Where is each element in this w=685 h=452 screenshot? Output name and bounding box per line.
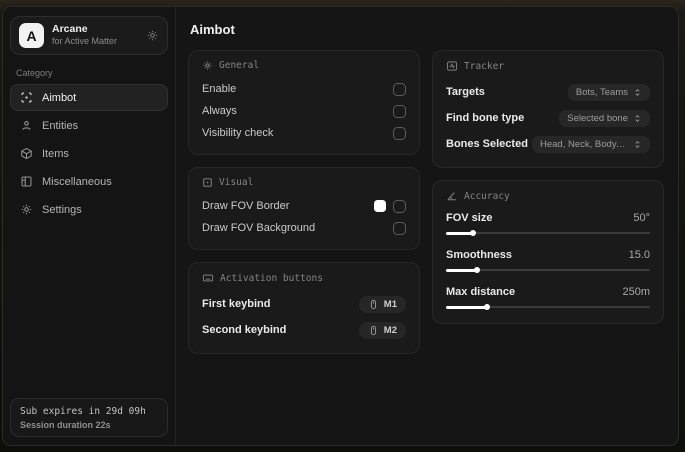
enable-checkbox[interactable] <box>393 82 406 96</box>
panel-title: Accuracy <box>464 190 510 202</box>
panel-title: Visual <box>219 177 254 188</box>
chevron-up-down-icon <box>633 114 642 123</box>
angle-icon <box>446 190 458 202</box>
panel-title: Tracker <box>464 60 505 72</box>
crosshair-scan-icon <box>20 91 33 104</box>
dropdown-value: Bots, Teams <box>575 86 628 98</box>
sub-expires-text: Sub expires in 29d 09h <box>20 406 146 417</box>
accuracy-panel: Accuracy FOV size 50° Smoothness 15.0 Ma… <box>432 180 664 324</box>
setting-row-targets: Targets Bots, Teams <box>446 79 650 105</box>
chevron-up-down-icon <box>633 140 642 149</box>
subscription-card: Sub expires in 29d 09h Session duration … <box>10 398 168 437</box>
sidebar-item-settings[interactable]: Settings <box>10 196 168 223</box>
visual-panel: Visual Draw FOV Border Draw FOV Backgrou… <box>188 167 420 250</box>
fov-border-color-swatch[interactable] <box>374 200 386 212</box>
setting-row-second-keybind: Second keybind M2 <box>202 317 406 343</box>
mouse-icon <box>368 325 379 336</box>
draw-fov-background-checkbox[interactable] <box>393 221 406 235</box>
bones-selected-dropdown[interactable]: Head, Neck, Body, Pe.. <box>532 135 650 153</box>
keyboard-icon <box>202 272 214 284</box>
category-label: Category <box>16 68 53 78</box>
dropdown-value: Selected bone <box>567 112 628 124</box>
image-icon <box>202 177 213 188</box>
draw-fov-border-checkbox[interactable] <box>393 199 406 213</box>
grid-icon <box>20 175 33 188</box>
setting-row-first-keybind: First keybind M1 <box>202 291 406 317</box>
targets-dropdown[interactable]: Bots, Teams <box>567 83 650 101</box>
keybind-value: M2 <box>383 324 397 336</box>
activity-icon <box>446 60 458 72</box>
max-distance-value: 250m <box>622 286 650 298</box>
slider-thumb[interactable] <box>473 267 480 273</box>
sidebar-item-label: Items <box>42 147 69 160</box>
smoothness-value: 15.0 <box>628 249 650 261</box>
sidebar-item-label: Aimbot <box>42 91 77 104</box>
find-bone-type-dropdown[interactable]: Selected bone <box>559 109 650 127</box>
gear-icon <box>20 203 33 216</box>
setting-row-fov-size: FOV size 50° <box>446 209 650 237</box>
setting-row-find-bone-type: Find bone type Selected bone <box>446 105 650 131</box>
setting-row-smoothness: Smoothness 15.0 <box>446 246 650 274</box>
sidebar-item-label: Miscellaneous <box>42 175 112 188</box>
chevron-up-down-icon <box>633 88 642 97</box>
main-content: Aimbot General Enable Always Visibility … <box>176 7 678 445</box>
smoothness-slider[interactable] <box>446 266 650 274</box>
page-title: Aimbot <box>190 22 235 37</box>
first-keybind-button[interactable]: M1 <box>358 295 406 313</box>
category-nav: Aimbot Entities Items Miscellaneous Sett… <box>10 84 168 223</box>
panel-title: General <box>219 60 260 71</box>
activation-buttons-panel: Activation buttons First keybind M1 Seco… <box>188 262 420 354</box>
slider-thumb[interactable] <box>483 304 490 310</box>
sidebar-item-entities[interactable]: Entities <box>10 112 168 139</box>
setting-row-draw-fov-border: Draw FOV Border <box>202 195 406 217</box>
visibility-check-checkbox[interactable] <box>393 126 406 140</box>
max-distance-slider[interactable] <box>446 303 650 311</box>
setting-row-always: Always <box>202 100 406 122</box>
fov-size-value: 50° <box>633 212 650 224</box>
brand-card: A Arcane for Active Matter <box>10 16 168 55</box>
sidebar-item-label: Settings <box>42 203 82 216</box>
setting-row-enable: Enable <box>202 78 406 100</box>
setting-row-draw-fov-background: Draw FOV Background <box>202 217 406 239</box>
cube-icon <box>20 147 33 160</box>
always-checkbox[interactable] <box>393 104 406 118</box>
slider-thumb[interactable] <box>469 230 476 236</box>
mouse-icon <box>368 299 379 310</box>
gear-icon <box>202 60 213 71</box>
cheat-menu-window: A Arcane for Active Matter Category Aimb… <box>2 6 679 446</box>
sidebar-item-label: Entities <box>42 119 79 132</box>
brand-name: Arcane <box>52 23 88 36</box>
sidebar: A Arcane for Active Matter Category Aimb… <box>3 7 176 445</box>
second-keybind-button[interactable]: M2 <box>358 321 406 339</box>
panel-title: Activation buttons <box>220 272 323 284</box>
person-target-icon <box>20 119 33 132</box>
fov-size-slider[interactable] <box>446 229 650 237</box>
setting-row-visibility-check: Visibility check <box>202 122 406 144</box>
setting-row-max-distance: Max distance 250m <box>446 283 650 311</box>
general-panel: General Enable Always Visibility check <box>188 50 420 155</box>
tracker-panel: Tracker Targets Bots, Teams Find bone ty… <box>432 50 664 168</box>
keybind-value: M1 <box>383 298 397 310</box>
sidebar-item-miscellaneous[interactable]: Miscellaneous <box>10 168 168 195</box>
sidebar-item-items[interactable]: Items <box>10 140 168 167</box>
sidebar-item-aimbot[interactable]: Aimbot <box>10 84 168 111</box>
left-column: General Enable Always Visibility check V… <box>188 50 420 354</box>
desktop-background: A Arcane for Active Matter Category Aimb… <box>0 0 685 452</box>
brand-subtitle: for Active Matter <box>52 36 118 47</box>
session-duration-text: Session duration 22s <box>20 420 111 430</box>
right-column: Tracker Targets Bots, Teams Find bone ty… <box>432 50 664 324</box>
setting-row-bones-selected: Bones Selected Head, Neck, Body, Pe.. <box>446 131 650 157</box>
dropdown-value: Head, Neck, Body, Pe.. <box>540 138 628 150</box>
brand-logo: A <box>19 23 44 48</box>
gear-icon[interactable] <box>146 29 159 42</box>
